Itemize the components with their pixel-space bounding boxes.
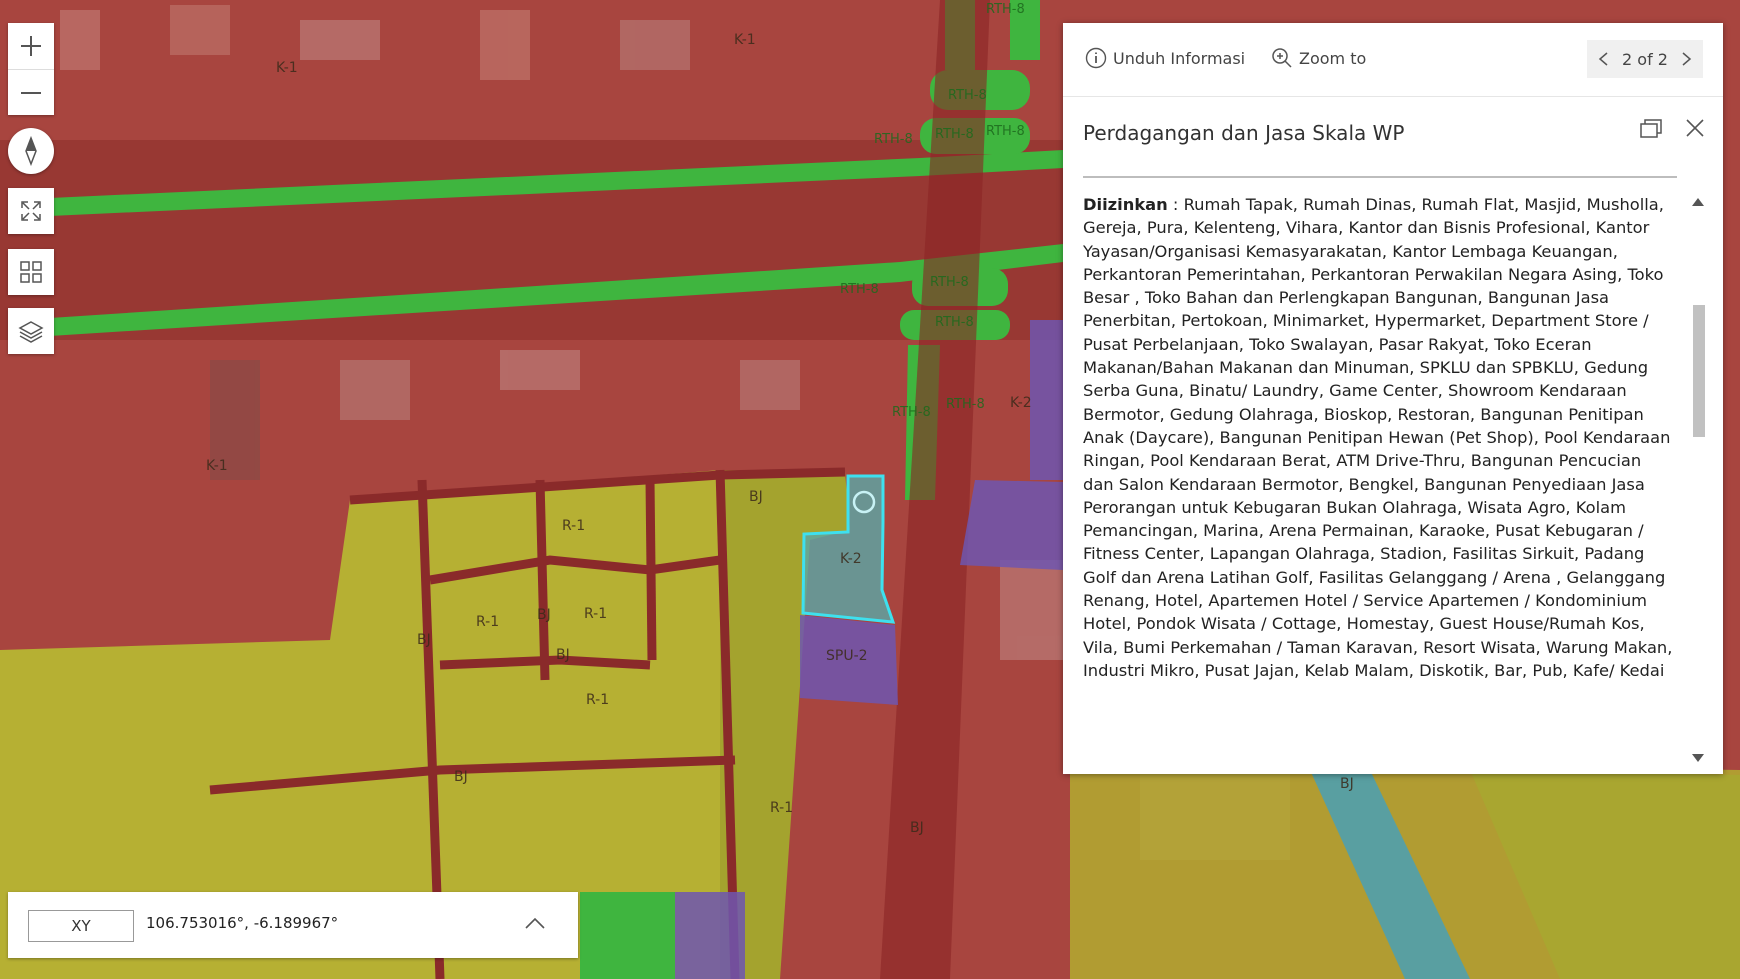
- dock-icon[interactable]: [1639, 118, 1663, 140]
- zone-label: RTH-8: [840, 282, 879, 297]
- chevron-right-icon[interactable]: [1681, 51, 1693, 67]
- download-info-label: Unduh Informasi: [1113, 48, 1246, 68]
- zoom-controls: [8, 23, 54, 115]
- zone-label: K-1: [734, 32, 756, 48]
- popup-title-actions: [1639, 118, 1705, 140]
- zone-label: BJ: [417, 632, 431, 648]
- zone-label: RTH-8: [874, 132, 913, 147]
- info-icon: [1085, 47, 1107, 69]
- zone-label: R-1: [562, 518, 586, 534]
- fullscreen-button[interactable]: [8, 188, 54, 234]
- zone-label: RTH-8: [930, 275, 969, 290]
- chevron-left-icon[interactable]: [1597, 51, 1609, 67]
- scroll-up-icon[interactable]: [1687, 195, 1709, 209]
- zone-label: K-2: [1010, 395, 1032, 411]
- popup-title: Perdagangan dan Jasa Skala WP: [1083, 121, 1405, 145]
- zone-label: RTH-8: [935, 315, 974, 330]
- coordinate-value: 106.753016°, -6.189967°: [146, 914, 339, 932]
- zone-label: BJ: [1340, 776, 1354, 792]
- scroll-down-icon[interactable]: [1687, 751, 1709, 765]
- coordinate-format-select[interactable]: XY: [28, 910, 134, 942]
- compass-button[interactable]: [8, 128, 54, 174]
- scroll-thumb[interactable]: [1693, 304, 1705, 437]
- permitted-uses-text: : Rumah Tapak, Rumah Dinas, Rumah Flat, …: [1083, 195, 1673, 680]
- zone-label: R-1: [584, 606, 608, 622]
- pager-text: 2 of 2: [1622, 49, 1668, 69]
- zone-label: K-1: [276, 60, 298, 76]
- layers-icon: [18, 321, 44, 343]
- zone-label: R-1: [586, 692, 610, 708]
- expand-icon: [21, 201, 41, 221]
- zone-label: R-1: [476, 614, 500, 630]
- zoom-to-button[interactable]: Zoom to: [1271, 47, 1366, 69]
- permitted-label: Diizinkan: [1083, 195, 1168, 214]
- popup-toolbar: Unduh Informasi Zoom to 2 of 2: [1063, 23, 1723, 97]
- zoom-to-label: Zoom to: [1299, 48, 1367, 68]
- zone-label: BJ: [556, 647, 570, 663]
- grid-icon: [20, 261, 42, 283]
- popup-scrollbar[interactable]: [1687, 173, 1709, 763]
- zoom-out-button[interactable]: [8, 69, 54, 115]
- compass-icon: [25, 136, 37, 166]
- plus-icon: [21, 36, 41, 56]
- zone-label: BJ: [454, 769, 468, 785]
- layers-button[interactable]: [8, 308, 54, 354]
- zoom-in-icon: [1272, 48, 1292, 68]
- zone-label: K-1: [206, 458, 228, 474]
- zone-label: BJ: [910, 820, 924, 836]
- zone-label: BJ: [537, 607, 551, 623]
- close-icon[interactable]: [1685, 118, 1705, 138]
- feature-popup: Unduh Informasi Zoom to 2 of 2 Perdagang…: [1063, 23, 1723, 774]
- popup-content: Diizinkan : Rumah Tapak, Rumah Dinas, Ru…: [1083, 193, 1673, 778]
- zone-label: RTH-8: [892, 405, 931, 420]
- zone-label: R-1: [770, 800, 794, 816]
- zone-label: RTH-8: [986, 2, 1025, 17]
- basemap-button[interactable]: [8, 249, 54, 295]
- zone-label: RTH-8: [935, 127, 974, 142]
- zone-label: RTH-8: [946, 397, 985, 412]
- coordinate-widget: XY 106.753016°, -6.189967°: [8, 892, 578, 958]
- feature-pager: 2 of 2: [1587, 40, 1703, 78]
- zone-label: RTH-8: [986, 124, 1025, 139]
- zone-label: BJ: [749, 489, 763, 505]
- zone-label: K-2: [840, 551, 862, 567]
- chevron-up-icon[interactable]: [523, 912, 547, 936]
- green-plot: [580, 892, 675, 979]
- minus-icon: [21, 91, 41, 94]
- zone-label: RTH-8: [948, 88, 987, 103]
- zone-label: SPU-2: [826, 648, 868, 664]
- popup-divider: [1083, 176, 1677, 178]
- download-info-button[interactable]: Unduh Informasi: [1085, 47, 1245, 69]
- zoom-in-button[interactable]: [8, 23, 54, 69]
